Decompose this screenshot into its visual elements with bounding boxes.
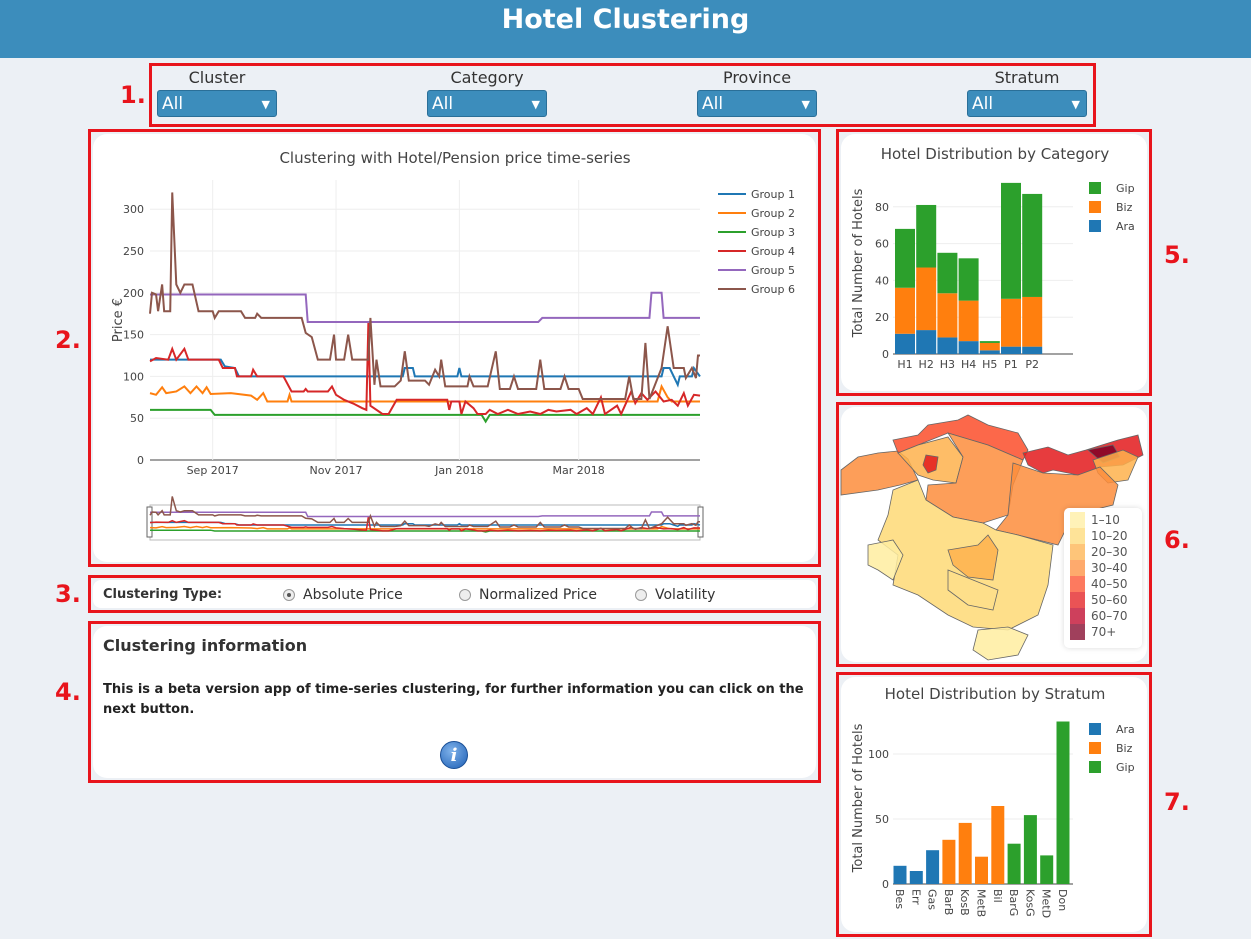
radio-icon[interactable] [635, 589, 647, 601]
map-region[interactable] [972, 626, 1029, 661]
legend-swatch [1070, 608, 1085, 624]
range-slider[interactable] [149, 504, 701, 541]
radio-label: Normalized Price [479, 587, 597, 603]
info-title: Clustering information [103, 636, 308, 655]
x-tick-label: Nov 2017 [310, 464, 363, 477]
chart-title: Clustering with Hotel/Pension price time… [279, 149, 630, 167]
legend-swatch [1070, 576, 1085, 592]
legend-swatch [1070, 592, 1085, 608]
radio-normalized-price[interactable]: Normalized Price [459, 587, 597, 603]
x-tick-label: Jan 2018 [434, 464, 483, 477]
x-tick-label: Mar 2018 [553, 464, 605, 477]
radio-icon[interactable] [459, 589, 471, 601]
radio-volatility[interactable]: Volatility [635, 587, 715, 603]
radio-label: Absolute Price [303, 587, 403, 603]
map-legend: 1–10 10–20 20–30 30–40 40–50 50–60 60–70 70+ [1064, 508, 1142, 648]
info-text: This is a beta version app of time-serie… [103, 682, 804, 717]
map-legend-item: 40–50 [1070, 576, 1136, 592]
x-tick-label: Sep 2017 [187, 464, 239, 477]
radio-label: Volatility [655, 587, 716, 603]
legend-label: 20–30 [1091, 545, 1128, 559]
y-tick-label: 150 [123, 329, 144, 342]
series-line-3[interactable] [150, 408, 700, 424]
legend-label[interactable]: Group 6 [751, 283, 795, 296]
map-legend-item: 70+ [1070, 624, 1136, 640]
info-icon[interactable]: i [440, 741, 468, 769]
legend-swatch [1070, 528, 1085, 544]
map-legend-item: 60–70 [1070, 608, 1136, 624]
legend-label: 10–20 [1091, 529, 1128, 543]
legend-swatch [1070, 624, 1085, 640]
y-tick-label: 100 [123, 370, 144, 383]
legend-label: 70+ [1091, 625, 1117, 639]
legend-swatch [1070, 544, 1085, 560]
legend-label[interactable]: Group 3 [751, 226, 795, 239]
series-line-5[interactable] [150, 291, 700, 324]
legend-label: 60–70 [1091, 609, 1128, 623]
clustering-type-label: Clustering Type: [103, 587, 223, 602]
map-legend-item: 30–40 [1070, 560, 1136, 576]
legend-label[interactable]: Group 4 [751, 245, 795, 258]
radio-selected-icon[interactable] [283, 589, 295, 601]
range-series-line [150, 529, 700, 533]
map-legend-item: 50–60 [1070, 592, 1136, 608]
legend-label: 1–10 [1091, 513, 1120, 527]
legend-label[interactable]: Group 2 [751, 207, 795, 220]
y-tick-label: 0 [137, 454, 144, 467]
legend-label[interactable]: Group 1 [751, 188, 795, 201]
legend-label: 50–60 [1091, 593, 1128, 607]
y-tick-label: 250 [123, 245, 144, 258]
y-tick-label: 50 [130, 412, 144, 425]
y-tick-label: 200 [123, 287, 144, 300]
legend-swatch [1070, 512, 1085, 528]
legend-label: 40–50 [1091, 577, 1128, 591]
series-line-4[interactable] [149, 322, 701, 417]
legend-label: 30–40 [1091, 561, 1128, 575]
legend-swatch [1070, 560, 1085, 576]
map-legend-item: 10–20 [1070, 528, 1136, 544]
map-legend-item: 20–30 [1070, 544, 1136, 560]
radio-absolute-price[interactable]: Absolute Price [283, 587, 403, 603]
legend-label[interactable]: Group 5 [751, 264, 795, 277]
y-tick-label: 300 [123, 203, 144, 216]
map-legend-item: 1–10 [1070, 512, 1136, 528]
